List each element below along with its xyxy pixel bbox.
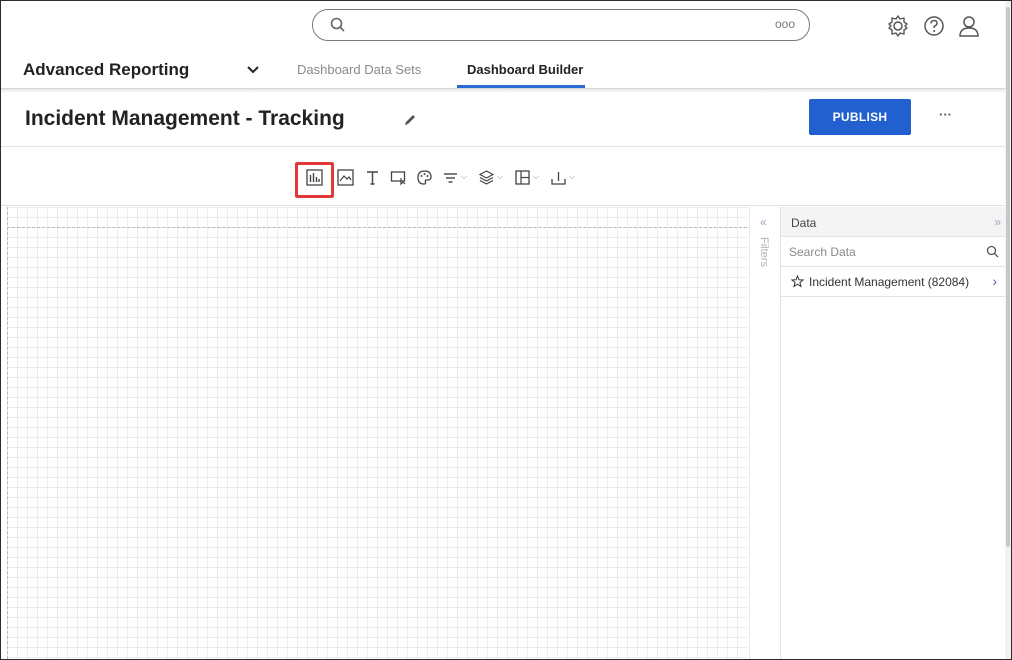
data-set-label: Incident Management (82084) [809, 275, 970, 289]
app-window: ooo Advanced Reporting Dashboard Data Se… [0, 0, 1012, 660]
data-panel-title: Data [791, 216, 817, 230]
filter-icon[interactable]: ⌵ [442, 168, 467, 186]
top-bar: ooo [1, 1, 1011, 53]
search-icon[interactable] [986, 245, 999, 258]
more-options-button[interactable]: ··· [939, 107, 952, 122]
settings-gear-icon[interactable] [885, 13, 911, 39]
data-search [781, 237, 1007, 267]
tab-dashboard-builder[interactable]: Dashboard Builder [467, 62, 583, 77]
canvas-guide-line [7, 227, 747, 228]
chevron-right-icon[interactable]: › [992, 273, 997, 289]
global-search-bar[interactable]: ooo [312, 9, 810, 41]
app-switcher-title[interactable]: Advanced Reporting [23, 60, 189, 80]
help-icon[interactable] [921, 13, 947, 39]
publish-button[interactable]: PUBLISH [809, 99, 911, 135]
widget-toolbar: ⌵ ⌵ ⌵ ⌵ [1, 148, 1011, 206]
text-widget-icon[interactable] [364, 168, 381, 186]
tab-dashboard-data-sets[interactable]: Dashboard Data Sets [297, 62, 421, 77]
palette-icon[interactable] [416, 168, 433, 186]
user-profile-icon[interactable] [956, 13, 982, 39]
chevron-down-icon: ⌵ [569, 172, 576, 181]
chevron-down-icon: ⌵ [461, 172, 468, 181]
star-icon[interactable] [791, 275, 804, 288]
chevron-down-icon: ⌵ [497, 172, 504, 181]
active-tab-indicator [457, 85, 585, 88]
chevron-down-icon: ⌵ [533, 172, 540, 181]
expand-filters-icon[interactable]: « [760, 215, 767, 229]
filters-label: Filters [758, 237, 770, 267]
chevron-down-icon[interactable] [247, 65, 259, 75]
image-widget-icon[interactable] [337, 168, 354, 186]
layout-icon[interactable]: ⌵ [514, 168, 539, 186]
filters-panel-collapsed[interactable]: « Filters [749, 207, 781, 659]
scrollbar-thumb[interactable] [1006, 7, 1010, 547]
edit-pencil-icon[interactable] [403, 113, 417, 127]
data-set-item[interactable]: Incident Management (82084) › [781, 267, 1007, 297]
search-icon [330, 17, 345, 32]
export-icon[interactable]: ⌵ [550, 168, 575, 186]
search-dots: ooo [774, 17, 795, 31]
embed-widget-icon[interactable] [390, 168, 407, 186]
data-panel: Data » Incident Management (82084) › [781, 207, 1007, 659]
chart-widget-icon[interactable] [306, 168, 323, 186]
page-title: Incident Management - Tracking [25, 107, 345, 130]
data-panel-header: Data » [781, 207, 1007, 237]
dashboard-canvas[interactable] [7, 207, 747, 659]
collapse-data-panel-icon[interactable]: » [994, 215, 1001, 229]
layers-icon[interactable]: ⌵ [478, 168, 503, 186]
title-row: Incident Management - Tracking PUBLISH ·… [1, 91, 1011, 147]
app-nav: Advanced Reporting Dashboard Data Sets D… [1, 53, 1011, 89]
data-search-input[interactable] [789, 242, 969, 262]
canvas-guide-line [7, 207, 8, 659]
